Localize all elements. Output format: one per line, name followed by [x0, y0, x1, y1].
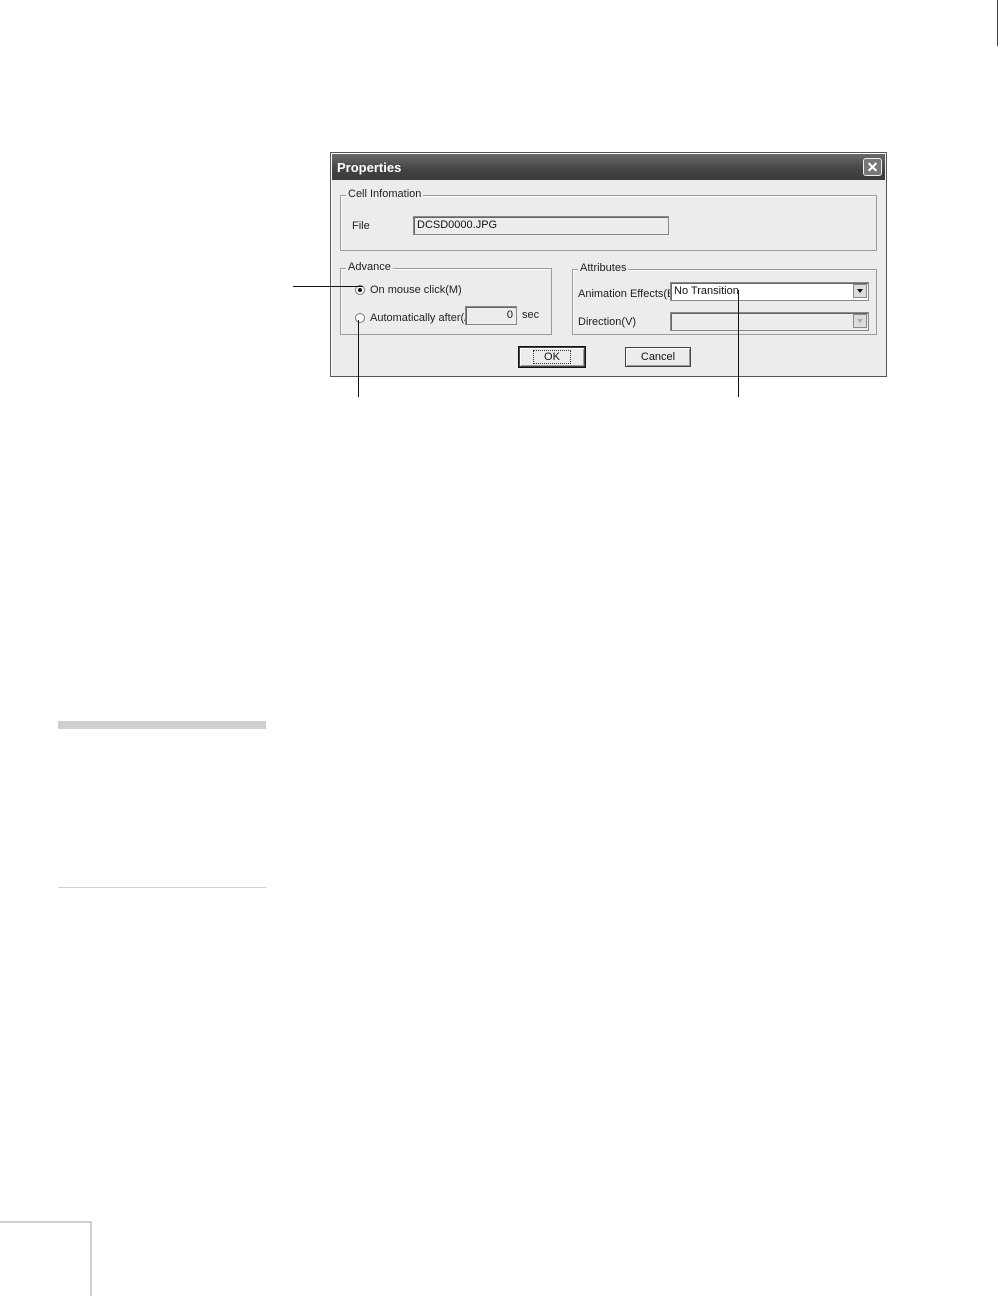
sidebar-rule-thin — [58, 887, 266, 888]
ok-button-label: OK — [533, 350, 571, 364]
advance-group-label: Advance — [346, 261, 393, 273]
advance-group: Advance On mouse click(M) Automatically … — [340, 261, 552, 335]
callout-line-mouse-click — [293, 286, 363, 287]
callout-line-animation — [738, 290, 739, 397]
cell-info-group: Cell Infomation File DCSD0000.JPG — [340, 188, 877, 251]
cancel-button[interactable]: Cancel — [625, 347, 691, 367]
file-label: File — [352, 220, 370, 232]
seconds-unit-label: sec — [522, 309, 540, 321]
animation-effects-select[interactable]: No Transition — [670, 282, 869, 301]
attributes-group: Attributes Animation Effects(E): No Tran… — [572, 262, 877, 335]
page-corner-top — [0, 1221, 91, 1223]
direction-select — [670, 312, 869, 331]
auto-advance-radio[interactable] — [355, 313, 365, 323]
animation-effects-value: No Transition — [674, 285, 739, 297]
attributes-group-label: Attributes — [578, 262, 629, 274]
dialog-titlebar[interactable]: Properties — [332, 154, 885, 180]
file-field: DCSD0000.JPG — [413, 216, 669, 235]
properties-dialog: Properties Cell Infomation File DCSD0000… — [330, 152, 887, 377]
sidebar-rule-thick — [58, 721, 266, 729]
animation-effects-label: Animation Effects(E): — [578, 288, 682, 300]
chevron-down-icon — [853, 314, 867, 328]
callout-line-auto — [358, 320, 359, 397]
page-corner-side — [90, 1221, 92, 1296]
auto-advance-label[interactable]: Automatically after(A): — [370, 312, 478, 324]
dialog-title: Properties — [337, 160, 402, 175]
page-edge-top-right — [997, 0, 998, 46]
cell-info-group-label: Cell Infomation — [346, 188, 424, 200]
cancel-button-label: Cancel — [640, 351, 676, 363]
close-icon[interactable] — [863, 158, 882, 176]
chevron-down-icon[interactable] — [853, 284, 867, 298]
ok-button[interactable]: OK — [518, 346, 586, 368]
direction-label: Direction(V) — [578, 316, 637, 328]
mouse-click-label[interactable]: On mouse click(M) — [370, 284, 462, 296]
auto-seconds-input[interactable]: 0 — [465, 306, 517, 325]
